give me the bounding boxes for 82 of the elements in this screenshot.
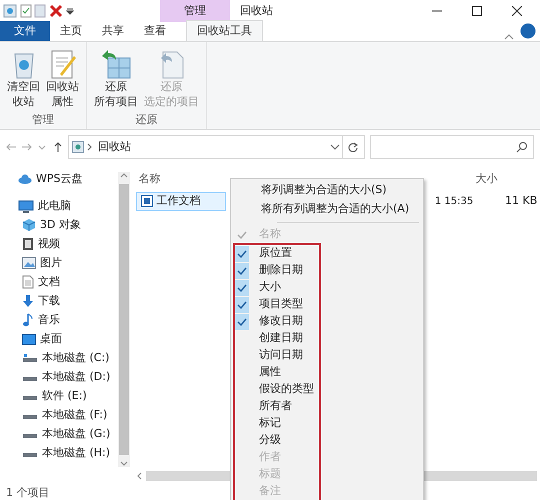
recycle-bin-icon — [2, 4, 17, 18]
ribbon-button[interactable]: 回收站 属性 — [43, 46, 82, 112]
column-header[interactable]: 大小 — [475, 171, 498, 188]
nav-item[interactable]: 文档 — [0, 272, 60, 292]
scroll-up-icon — [120, 172, 128, 178]
nav-item[interactable]: 下载 — [0, 292, 60, 310]
music-note-icon — [22, 313, 34, 327]
ribbon-button[interactable]: 还原 所有项目 — [91, 46, 141, 112]
nav-item[interactable]: 本地磁盘 (H:) — [0, 444, 110, 462]
cube-icon — [22, 218, 36, 232]
menu-item[interactable]: 大小 — [235, 279, 319, 296]
window-title: 回收站 — [238, 3, 274, 19]
restore-arrow-icon — [100, 48, 132, 80]
nav-item[interactable]: 视频 — [0, 234, 60, 254]
collapse-ribbon-icon[interactable] — [504, 33, 514, 41]
forward-icon[interactable] — [22, 142, 32, 152]
ribbon-tab[interactable]: 主页 — [50, 21, 92, 41]
status-text: 1 个项目 — [5, 485, 50, 500]
menu-item[interactable]: 创建日期 — [235, 330, 319, 347]
menu-item[interactable]: 分级 — [235, 432, 319, 449]
properties-icon[interactable] — [20, 4, 32, 18]
menu-item[interactable]: 将列调整为合适的大小(S) — [233, 181, 421, 200]
nav-item[interactable]: 本地磁盘 (G:) — [0, 424, 110, 444]
nav-item[interactable]: 本地磁盘 (F:) — [0, 406, 108, 424]
search-field[interactable] — [370, 135, 534, 159]
nav-item[interactable]: 软件 (E:) — [0, 386, 87, 406]
file-item[interactable]: 工作文档 — [136, 192, 226, 210]
up-icon[interactable] — [52, 142, 62, 152]
monitor-icon — [18, 200, 34, 212]
chevron-icon — [86, 143, 92, 151]
nav-item[interactable]: 音乐 — [0, 310, 60, 330]
address-field[interactable]: 回收站 — [68, 135, 344, 159]
film-icon — [22, 237, 34, 251]
document-icon — [140, 195, 152, 208]
group-label: 还原 — [134, 112, 158, 128]
scroll-down-icon — [120, 461, 128, 467]
menu-item[interactable]: 访问日期 — [235, 347, 319, 364]
nav-item[interactable]: 图片 — [0, 254, 62, 272]
cloud-icon — [18, 174, 32, 184]
column-header[interactable]: 名称 — [136, 171, 160, 188]
table-cell-text: 11 KB — [504, 193, 538, 209]
nav-item[interactable]: 桌面 — [0, 330, 62, 348]
ribbon-button[interactable]: 清空回 收站 — [4, 46, 43, 112]
menu-item[interactable]: 假设的类型 — [235, 381, 319, 398]
menu-item[interactable]: 所有者 — [235, 398, 319, 415]
menu-item[interactable]: 修改日期 — [235, 313, 319, 330]
delete-icon[interactable] — [49, 4, 63, 18]
ribbon-tab[interactable]: 查看 — [134, 21, 176, 41]
dropdown-icon — [330, 143, 340, 151]
drive-icon — [22, 353, 38, 363]
desktop-icon — [22, 334, 36, 344]
group-label: 管理 — [31, 112, 55, 128]
close-icon — [512, 6, 522, 16]
scrollbar[interactable] — [118, 172, 130, 467]
menu-item[interactable]: 将所有列调整为合适的大小(A) — [233, 200, 421, 219]
menu-item[interactable]: 项目类型 — [235, 296, 319, 313]
refresh-icon — [348, 142, 358, 152]
file-menu-tab[interactable]: 文件 — [0, 21, 50, 41]
nav-item[interactable]: 本地磁盘 (C:) — [0, 348, 110, 368]
context-tab-group: 管理 — [160, 0, 230, 22]
menu-item[interactable]: 标记 — [235, 415, 319, 432]
down-arrow-icon — [22, 294, 34, 308]
menu-item[interactable]: 属性 — [235, 364, 319, 381]
recycle-bin-icon — [72, 141, 84, 153]
nav-item[interactable]: 3D 对象 — [0, 216, 81, 234]
ribbon-tab[interactable]: 回收站工具 — [186, 20, 263, 41]
maximize-icon — [472, 6, 482, 16]
nav-item[interactable]: WPS云盘 — [0, 170, 82, 188]
picture-icon — [22, 257, 36, 269]
document-icon — [22, 275, 34, 289]
ribbon-tab[interactable]: 共享 — [92, 21, 134, 41]
back-icon[interactable] — [6, 142, 16, 152]
nav-item[interactable]: 此电脑 — [0, 196, 71, 216]
table-cell-text: 1 15:35 — [434, 194, 474, 209]
scroll-left-icon — [136, 472, 142, 480]
menu-item[interactable]: 原位置 — [235, 245, 319, 262]
search-icon — [516, 141, 528, 153]
path-text: 回收站 — [98, 138, 131, 155]
refresh-button[interactable] — [342, 135, 364, 159]
menu-item[interactable]: 删除日期 — [235, 262, 319, 279]
nav-item[interactable]: 本地磁盘 (D:) — [0, 368, 110, 386]
dropdown-icon[interactable] — [66, 7, 74, 15]
